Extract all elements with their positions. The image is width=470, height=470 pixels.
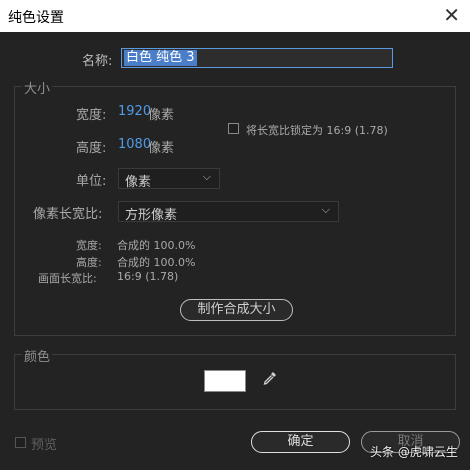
chevron-down-icon: ⌵ <box>321 203 330 216</box>
window-title: 纯色设置 <box>8 10 64 26</box>
height-label: 高度: <box>76 141 107 156</box>
frame-aspect-label: 画面长宽比: <box>38 272 97 285</box>
make-comp-size-label: 制作合成大小 <box>197 302 276 317</box>
unit-select-value: 像素 <box>125 175 152 190</box>
name-input-value: 白色 纯色 3 <box>124 50 197 66</box>
width-value[interactable]: 1920 <box>118 104 151 119</box>
info-width-label: 宽度: <box>76 239 102 252</box>
preview-label: 预览 <box>31 438 58 453</box>
name-label: 名称: <box>82 54 113 69</box>
eyedropper-icon[interactable] <box>259 370 281 392</box>
lock-aspect-checkbox[interactable] <box>228 123 239 134</box>
color-legend: 颜色 <box>22 346 53 365</box>
pixel-aspect-select-value: 方形像素 <box>125 208 178 223</box>
info-width-value: 合成的 100.0% <box>117 239 196 252</box>
info-height-label: 高度: <box>76 256 102 269</box>
name-input[interactable]: 白色 纯色 3 <box>121 48 393 68</box>
pixel-aspect-label: 像素长宽比: <box>33 207 103 222</box>
height-unit: 像素 <box>148 141 175 156</box>
width-label: 宽度: <box>76 108 107 123</box>
title-bar: 纯色设置 ✕ <box>0 0 470 32</box>
ok-button[interactable]: 确定 <box>251 431 350 453</box>
frame-aspect-value: 16:9 (1.78) <box>117 270 179 283</box>
color-swatch[interactable] <box>204 370 246 392</box>
unit-label: 单位: <box>76 174 107 189</box>
eyedropper-icon-svg <box>263 372 276 385</box>
make-comp-size-button[interactable]: 制作合成大小 <box>180 299 293 321</box>
info-height-value: 合成的 100.0% <box>117 256 196 269</box>
close-icon[interactable]: ✕ <box>443 3 460 27</box>
width-unit: 像素 <box>148 108 175 123</box>
preview-checkbox[interactable] <box>15 437 26 448</box>
lock-aspect-label: 将长宽比锁定为 16:9 (1.78) <box>246 124 388 137</box>
chevron-down-icon: ⌵ <box>202 170 211 183</box>
height-value[interactable]: 1080 <box>118 137 151 152</box>
watermark: 头条 @虎啸云生 <box>370 445 458 459</box>
ok-button-label: 确定 <box>287 434 314 449</box>
unit-select[interactable]: 像素 ⌵ <box>118 168 220 190</box>
size-legend: 大小 <box>22 78 53 97</box>
pixel-aspect-select[interactable]: 方形像素 ⌵ <box>118 201 339 223</box>
